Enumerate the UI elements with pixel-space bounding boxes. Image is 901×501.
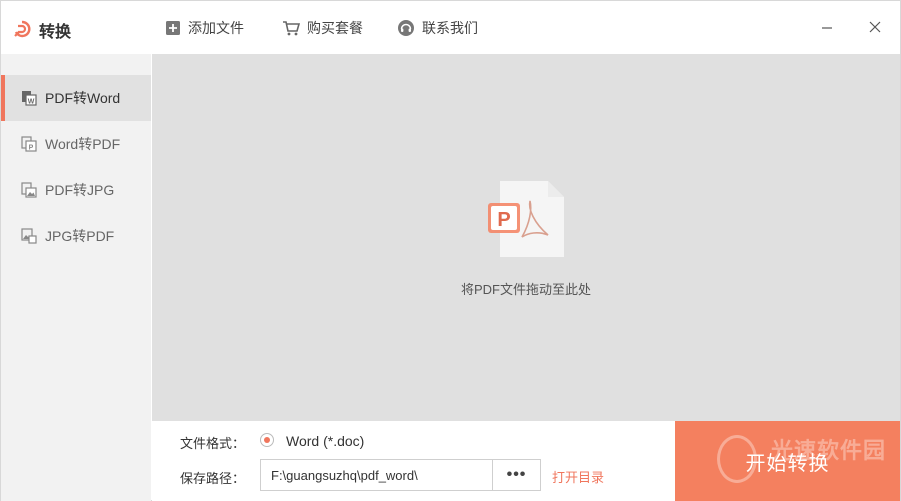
sidebar-item-label: PDF转JPG <box>45 182 115 198</box>
add-file-label: 添加文件 <box>188 20 244 36</box>
pdf-file-icon: P <box>488 181 564 257</box>
format-radio-word[interactable] <box>260 433 274 447</box>
browse-button[interactable]: ••• <box>493 459 541 491</box>
format-label: 文件格式： <box>180 436 246 451</box>
svg-text:P: P <box>29 145 34 152</box>
format-option-label: Word (*.doc) <box>286 433 365 449</box>
sidebar-item-label: PDF转Word <box>45 90 121 106</box>
save-path-label: 保存路径： <box>180 471 246 486</box>
contact-us-button[interactable]: 联系我们 <box>397 18 478 38</box>
save-path-input[interactable] <box>260 459 493 491</box>
app-window: 转换 添加文件 购买套餐 联系我们 W PDF转Word P Word转PDF … <box>0 0 901 501</box>
buy-package-label: 购买套餐 <box>307 20 363 36</box>
word-to-pdf-icon: P <box>21 136 37 152</box>
close-icon[interactable] <box>865 17 885 37</box>
add-file-icon <box>166 21 180 35</box>
start-convert-button[interactable]: 开始转换 光速软件园 <box>675 421 900 501</box>
title-bar: 转换 添加文件 购买套餐 联系我们 <box>1 1 900 54</box>
app-logo-icon <box>14 20 31 38</box>
svg-text:W: W <box>28 99 35 106</box>
svg-text:P: P <box>497 209 510 231</box>
contact-us-label: 联系我们 <box>422 20 478 36</box>
cart-icon <box>283 21 300 36</box>
jpg-to-pdf-icon <box>21 228 37 244</box>
sidebar-item-label: Word转PDF <box>45 136 121 152</box>
watermark-text: 光速软件园 <box>770 438 886 463</box>
pdf-to-word-icon: W <box>22 91 37 106</box>
watermark-logo <box>717 435 757 483</box>
bottom-panel: 文件格式： Word (*.doc) 保存路径： ••• 打开目录 开始转换 光… <box>152 421 900 501</box>
sidebar-item-pdf-to-word[interactable]: W PDF转Word <box>1 75 151 121</box>
sidebar: W PDF转Word P Word转PDF PDF转JPG JPG转PDF <box>1 54 151 501</box>
file-drop-area[interactable]: P 将PDF文件拖动至此处 <box>152 54 900 421</box>
buy-package-button[interactable]: 购买套餐 <box>282 18 363 38</box>
app-title: 转换 <box>39 24 72 41</box>
sidebar-item-pdf-to-jpg[interactable]: PDF转JPG <box>1 167 151 213</box>
drop-hint-text: 将PDF文件拖动至此处 <box>460 282 591 297</box>
sidebar-item-label: JPG转PDF <box>45 228 115 244</box>
pdf-to-jpg-icon <box>21 182 37 198</box>
headset-icon <box>398 20 414 36</box>
sidebar-item-jpg-to-pdf[interactable]: JPG转PDF <box>1 213 151 259</box>
minimize-icon[interactable] <box>817 17 837 37</box>
sidebar-item-word-to-pdf[interactable]: P Word转PDF <box>1 121 151 167</box>
add-file-button[interactable]: 添加文件 <box>165 18 244 38</box>
open-directory-link[interactable]: 打开目录 <box>552 467 604 486</box>
